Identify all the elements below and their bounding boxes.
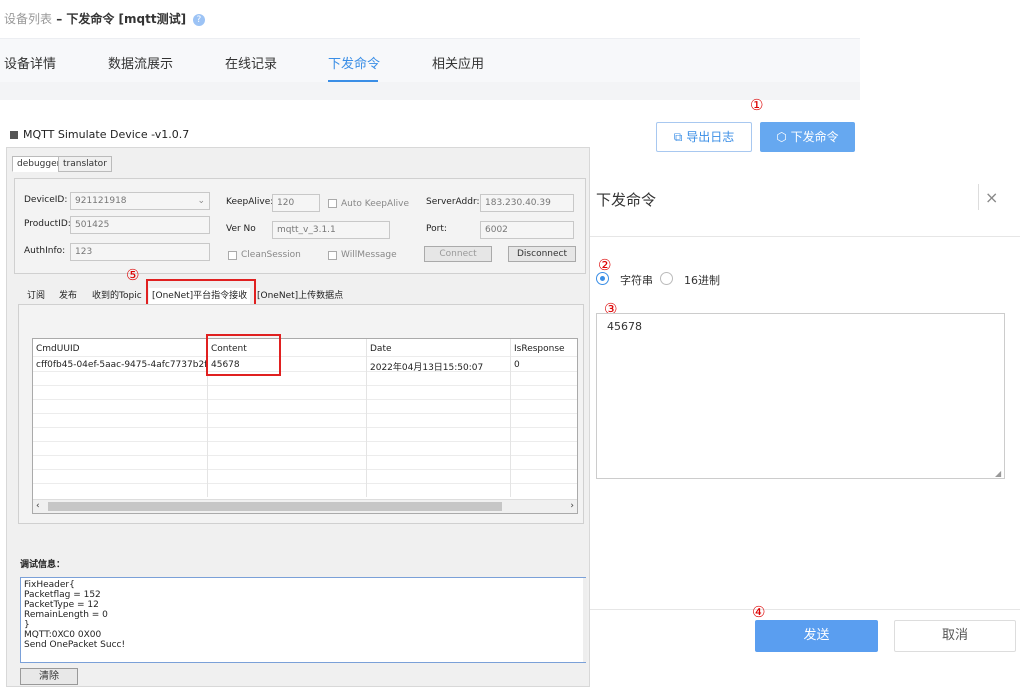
product-id-field[interactable]: 501425 — [70, 216, 210, 234]
grid-header-line — [33, 356, 577, 357]
tab-bar: 设备详情 数据流展示 在线记录 下发命令 相关应用 — [0, 38, 860, 83]
radio-string[interactable] — [596, 272, 609, 285]
scroll-right-icon[interactable]: › — [570, 501, 574, 511]
clear-log-button[interactable]: 清除 — [20, 668, 78, 685]
chevron-down-icon: ⌄ — [197, 196, 205, 206]
will-message-checkbox[interactable] — [328, 251, 337, 260]
breadcrumb: 设备列表 – 下发命令 [mqtt测试] ? — [4, 10, 205, 27]
log-line: } — [24, 620, 30, 630]
subtab-publish[interactable]: 发布 — [56, 288, 80, 304]
will-message-label: WillMessage — [341, 250, 397, 260]
send-command-label: 下发命令 — [790, 130, 839, 144]
command-content-input[interactable]: 45678 — [596, 313, 1005, 479]
server-addr-label: ServerAddr: — [426, 197, 480, 207]
tab-device-detail[interactable]: 设备详情 — [4, 53, 56, 72]
send-button[interactable]: 发送 — [755, 620, 878, 652]
auth-info-field[interactable]: 123 — [70, 243, 210, 261]
marker-4: ④ — [752, 603, 766, 621]
grid-header-cmduuid[interactable]: CmdUUID — [36, 344, 80, 354]
device-id-value: 921121918 — [75, 196, 127, 206]
product-id-label: ProductID: — [24, 219, 71, 229]
radio-string-label[interactable]: 字符串 — [620, 272, 653, 288]
cancel-button[interactable]: 取消 — [894, 620, 1016, 652]
auth-info-label: AuthInfo: — [24, 246, 66, 256]
log-output[interactable]: FixHeader{ Packetflag = 152 PacketType =… — [20, 577, 586, 663]
help-icon[interactable]: ? — [192, 13, 205, 26]
device-id-label: DeviceID: — [24, 195, 68, 205]
log-line: Packetflag = 152 — [24, 590, 101, 600]
tab-related-apps[interactable]: 相关应用 — [432, 53, 484, 72]
radio-hex[interactable] — [660, 272, 673, 285]
log-line: FixHeader{ — [24, 580, 75, 590]
server-addr-field[interactable]: 183.230.40.39 — [480, 194, 574, 212]
tab-send-command[interactable]: 下发命令 — [328, 53, 380, 72]
panel-header-divider — [978, 184, 979, 210]
app-icon — [10, 131, 18, 139]
panel-footer-line — [590, 609, 1020, 610]
scroll-left-icon[interactable]: ‹ — [36, 501, 40, 511]
ver-no-field[interactable]: mqtt_v_3.1.1 — [272, 221, 390, 239]
log-line: Send OnePacket Succ! — [24, 640, 126, 650]
panel-header-line — [590, 236, 1020, 237]
export-log-label: 导出日志 — [686, 130, 735, 144]
scrollbar-thumb[interactable] — [48, 502, 502, 511]
log-label: 调试信息： — [20, 560, 66, 570]
log-line: MQTT:0XC0 0X00 — [24, 630, 102, 640]
grid-cell-isresponse: 0 — [514, 360, 520, 370]
simulator-title-text: MQTT Simulate Device -v1.0.7 — [23, 128, 190, 141]
subtab-onenet-upload-datapoint[interactable]: [OneNet]上传数据点 — [254, 288, 346, 304]
ver-no-label: Ver No — [226, 224, 256, 234]
send-command-button[interactable]: ⬡ 下发命令 — [760, 122, 855, 152]
resize-handle-icon[interactable]: ◢ — [995, 469, 1001, 478]
auto-keepalive-checkbox[interactable] — [328, 199, 337, 208]
breadcrumb-root[interactable]: 设备列表 — [4, 12, 52, 26]
subtab-received-topic[interactable]: 收到的Topic — [89, 288, 145, 304]
tab-datastream[interactable]: 数据流展示 — [108, 53, 173, 72]
port-field[interactable]: 6002 — [480, 221, 574, 239]
breadcrumb-separator: – — [52, 12, 67, 26]
clean-session-checkbox[interactable] — [228, 251, 237, 260]
keepalive-field[interactable]: 120 — [272, 194, 320, 212]
divider-band — [0, 82, 860, 100]
subtab-subscribe[interactable]: 订阅 — [24, 288, 48, 304]
log-scrollbar[interactable] — [583, 578, 587, 662]
clean-session-label: CleanSession — [241, 250, 301, 260]
auto-keepalive-label: Auto KeepAlive — [341, 199, 410, 209]
marker-1: ① — [750, 96, 764, 114]
grid-cell-cmduuid: cff0fb45-04ef-5aac-9475-4afc7737b2f — [36, 360, 208, 370]
highlight-content-column — [206, 334, 281, 376]
marker-5: ⑤ — [126, 266, 140, 284]
close-icon[interactable]: × — [985, 188, 998, 207]
cube-icon: ⬡ — [776, 130, 791, 144]
radio-hex-label[interactable]: 16进制 — [684, 272, 720, 288]
keepalive-label: KeepAlive: — [226, 197, 274, 207]
export-log-button[interactable]: ⧉ 导出日志 — [656, 122, 752, 152]
connect-button[interactable]: Connect — [424, 246, 492, 262]
port-label: Port: — [426, 224, 447, 234]
log-line: RemainLength = 0 — [24, 610, 108, 620]
log-line: PacketType = 12 — [24, 600, 99, 610]
disconnect-button[interactable]: Disconnect — [508, 246, 576, 262]
grid-header-date[interactable]: Date — [370, 344, 392, 354]
device-id-select[interactable]: 921121918 ⌄ — [70, 192, 210, 210]
simulator-title: MQTT Simulate Device -v1.0.7 — [10, 128, 189, 141]
tab-online-records[interactable]: 在线记录 — [225, 53, 277, 72]
panel-title: 下发命令 — [596, 191, 657, 209]
tab-translator[interactable]: translator — [58, 156, 112, 172]
grid-header-isresponse[interactable]: IsResponse — [514, 344, 565, 354]
page-title: 下发命令 [mqtt测试] — [66, 12, 187, 26]
export-icon: ⧉ — [673, 130, 687, 144]
